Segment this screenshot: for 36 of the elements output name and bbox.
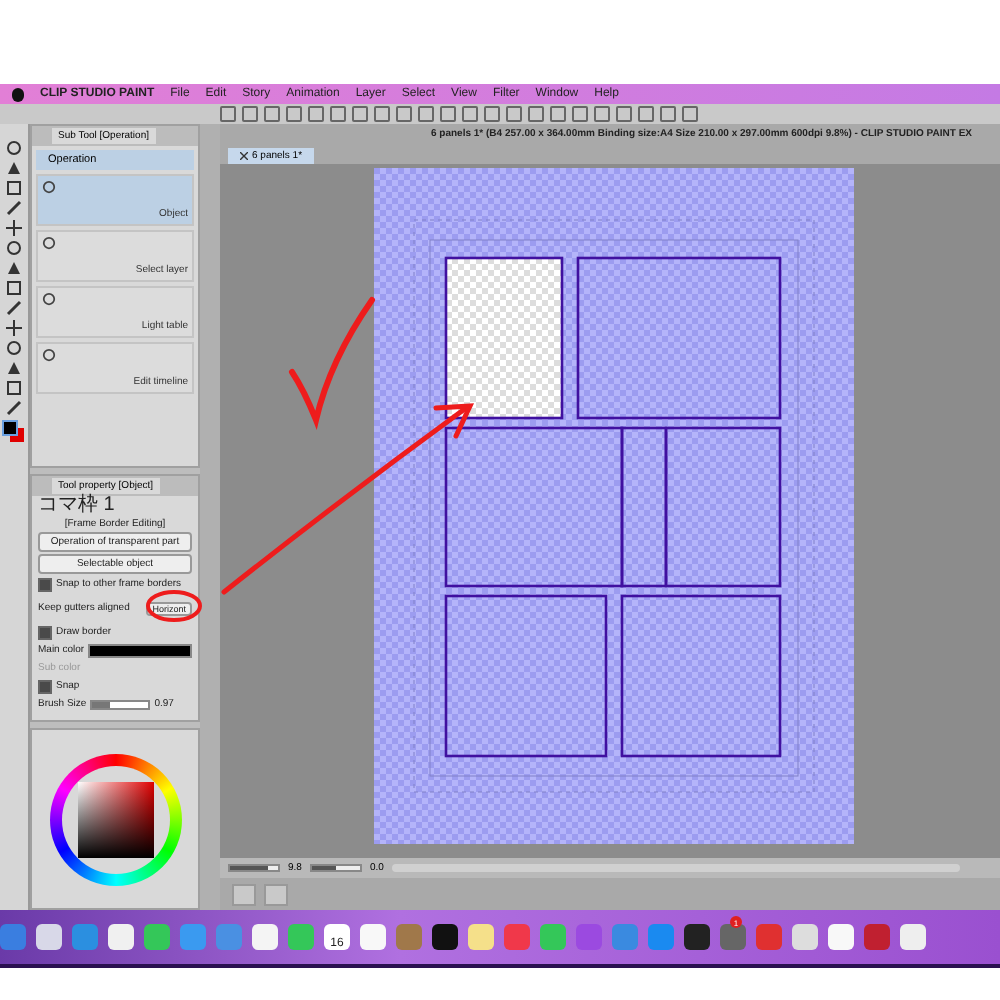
color-square[interactable] — [77, 781, 153, 857]
tool-icon[interactable] — [6, 220, 22, 236]
close-icon[interactable] — [240, 152, 248, 160]
comic-frame[interactable] — [620, 594, 782, 758]
app-icon[interactable] — [900, 924, 926, 950]
comic-frame[interactable] — [444, 256, 564, 420]
app-icon[interactable] — [252, 924, 278, 950]
comic-frame[interactable] — [576, 256, 782, 420]
comic-frame[interactable] — [444, 594, 608, 758]
tool-icon[interactable] — [6, 320, 22, 336]
app-icon[interactable] — [828, 924, 854, 950]
tool-icon — [42, 292, 56, 306]
app-icon[interactable] — [684, 924, 710, 950]
slider[interactable] — [90, 699, 151, 709]
app-icon[interactable] — [432, 924, 458, 950]
app-icon[interactable] — [108, 924, 134, 950]
app-icon[interactable] — [792, 924, 818, 950]
angle-slider[interactable] — [309, 864, 362, 872]
app-icon[interactable] — [468, 924, 494, 950]
comic-frame[interactable] — [664, 426, 782, 588]
frame-name: コマ枠 1 — [38, 496, 117, 516]
tool-icon — [42, 236, 56, 250]
comic-frame[interactable] — [620, 426, 668, 588]
comic-frame[interactable] — [444, 426, 624, 588]
app-icon[interactable] — [144, 924, 170, 950]
circle-annotation — [146, 590, 202, 622]
tool-icon — [42, 348, 56, 362]
color-swatches-icon[interactable] — [2, 420, 26, 444]
zoom-slider[interactable] — [228, 864, 280, 872]
checkbox[interactable] — [38, 679, 52, 693]
app-icon[interactable] — [360, 924, 386, 950]
checkbox[interactable] — [38, 577, 52, 591]
color-swatch[interactable] — [88, 643, 192, 657]
checkbox[interactable] — [38, 625, 52, 639]
tool-icon — [42, 180, 56, 194]
app-icon[interactable] — [36, 924, 62, 950]
